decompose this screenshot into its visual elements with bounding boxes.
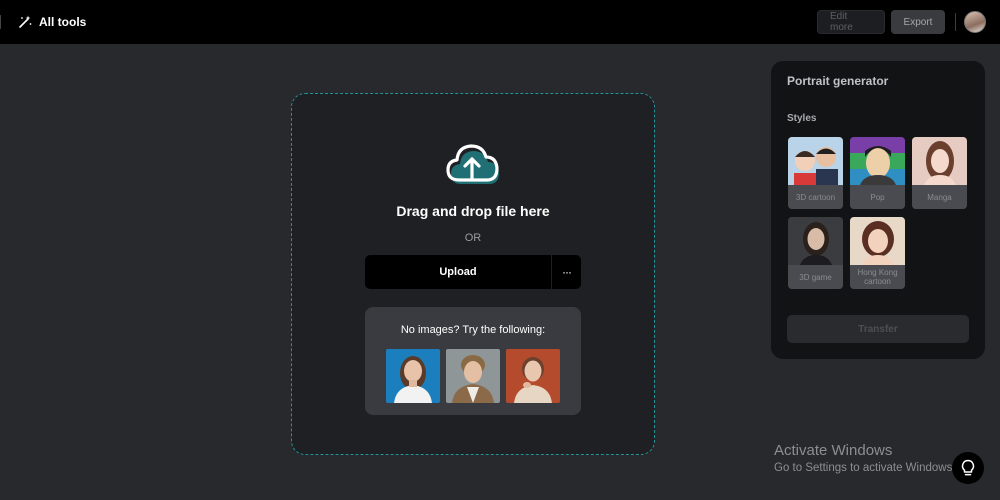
all-tools-link[interactable]: All tools (39, 15, 86, 29)
style-option-3d-cartoon[interactable]: 3D cartoon (788, 137, 843, 209)
user-avatar[interactable] (964, 11, 986, 33)
style-thumbnail (912, 137, 967, 185)
panel-title: Portrait generator (787, 74, 889, 88)
style-thumbnail (788, 137, 843, 185)
divider (0, 15, 1, 29)
or-text: OR (464, 232, 482, 244)
portrait-thumbnail (452, 355, 494, 403)
activate-windows-subtitle: Go to Settings to activate Windows. (774, 462, 956, 474)
style-thumbnail (850, 217, 905, 265)
top-bar-left: All tools (0, 0, 86, 44)
portrait-thumbnail (394, 356, 432, 403)
style-label: 3D cartoon (788, 185, 843, 209)
cloud-upload-icon (446, 144, 499, 184)
styles-label: Styles (787, 113, 817, 124)
style-label: Hong Kong cartoon (850, 265, 905, 289)
transfer-button[interactable]: Transfer (787, 315, 969, 343)
upload-more-button[interactable]: ··· (552, 255, 581, 289)
portrait-generator-panel: Portrait generator Styles 3D cartoon Pop… (771, 61, 985, 359)
style-option-hong-kong-cartoon[interactable]: Hong Kong cartoon (850, 217, 905, 289)
sample-images-title: No images? Try the following: (400, 324, 546, 336)
style-thumbnail (850, 137, 905, 185)
sample-image-1[interactable] (386, 349, 440, 403)
export-button[interactable]: Export (891, 10, 945, 34)
upload-group: Upload ··· (365, 255, 581, 289)
style-label: Pop (850, 185, 905, 209)
help-button[interactable] (952, 452, 984, 484)
style-label: Manga (912, 185, 967, 209)
magic-wand-icon (19, 15, 32, 28)
sample-image-2[interactable] (446, 349, 500, 403)
file-drop-zone[interactable]: Drag and drop file here OR Upload ··· No… (291, 93, 655, 455)
sample-images-panel: No images? Try the following: (365, 307, 581, 415)
edit-more-button[interactable]: Edit more (817, 10, 885, 34)
activate-windows-title: Activate Windows (774, 442, 893, 459)
top-bar: All tools Edit more Export (0, 0, 1000, 44)
portrait-thumbnail (514, 357, 552, 403)
divider (955, 13, 956, 31)
style-option-pop[interactable]: Pop (850, 137, 905, 209)
top-bar-right: Edit more Export (817, 0, 1000, 44)
style-label: 3D game (788, 265, 843, 289)
style-option-3d-game[interactable]: 3D game (788, 217, 843, 289)
style-option-manga[interactable]: Manga (912, 137, 967, 209)
sample-image-3[interactable] (506, 349, 560, 403)
drop-zone-title: Drag and drop file here (396, 203, 550, 219)
upload-button[interactable]: Upload (365, 255, 551, 289)
style-thumbnail (788, 217, 843, 265)
lightbulb-icon (961, 459, 975, 476)
